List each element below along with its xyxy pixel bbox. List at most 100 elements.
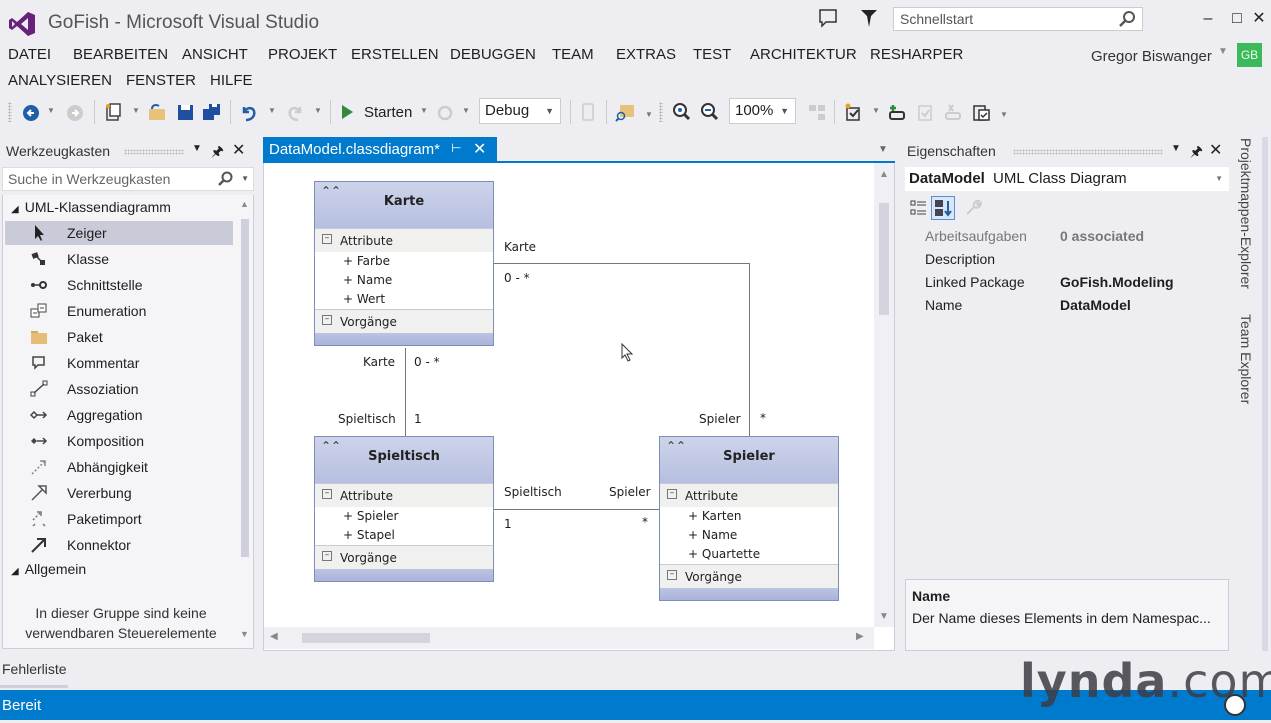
layout-diagram-icon[interactable] (806, 100, 828, 124)
menu-test[interactable]: TEST (693, 46, 731, 63)
association-line-karte-spieltisch[interactable] (405, 348, 406, 436)
uml-class-spieltisch[interactable]: ⌃⌃ Spieltisch – Attribute + Spieler + St… (314, 436, 494, 582)
redo-caret-icon[interactable]: ▼ (314, 106, 322, 115)
menu-resharper[interactable]: RESHARPER (870, 46, 963, 63)
menu-hilfe[interactable]: HILFE (210, 72, 253, 89)
association-role-label[interactable]: Karte (504, 240, 536, 254)
scrollbar-thumb[interactable] (879, 203, 889, 315)
association-line-karte-spieler[interactable] (749, 263, 750, 436)
scroll-up-icon[interactable]: ▲ (879, 169, 889, 180)
class-diagram-canvas[interactable]: Karte 0 - * Spieler * Karte 0 - * Spielt… (263, 163, 895, 651)
close-tab-icon[interactable]: ✕ (473, 139, 486, 159)
menu-projekt[interactable]: PROJEKT (268, 46, 337, 63)
property-value[interactable]: 0 associated (1060, 228, 1144, 244)
pin-tab-icon[interactable]: ⊢ (451, 141, 461, 155)
toolbox-group-general[interactable]: ◢ Allgemein (11, 561, 86, 577)
menu-architektur[interactable]: ARCHITEKTUR (750, 46, 857, 63)
panel-options-icon[interactable]: ▼ (1171, 143, 1181, 154)
operations-section[interactable]: – Vorgänge (660, 564, 838, 588)
scrollbar-thumb[interactable] (302, 633, 430, 643)
uml-class-karte[interactable]: ⌃⌃ Karte – Attribute + Farbe + Name + We… (314, 181, 494, 346)
side-tab-solution-explorer[interactable]: Projektmappen-Explorer (1238, 138, 1254, 289)
toolbox-search-input[interactable]: Suche in Werkzeugkasten ▼ (2, 167, 254, 191)
back-dropdown-caret-icon[interactable]: ▼ (47, 106, 55, 115)
property-row-name[interactable]: Name DataModel (905, 294, 1227, 317)
new-work-item-icon[interactable] (842, 100, 864, 124)
menu-datei[interactable]: DATEI (8, 46, 51, 63)
class-attribute[interactable]: + Wert (315, 290, 493, 309)
new-project-icon[interactable] (102, 100, 124, 124)
attributes-section[interactable]: – Attribute (315, 228, 493, 252)
paste-icon[interactable] (970, 100, 992, 124)
collapse-section-icon[interactable]: – (322, 234, 332, 244)
operations-section[interactable]: – Vorgänge (315, 309, 493, 333)
menu-analysieren[interactable]: ANALYSIEREN (8, 72, 112, 89)
quick-launch-input[interactable]: Schnellstart (893, 7, 1143, 31)
association-line-spieltisch-spieler[interactable] (494, 509, 659, 510)
association-multiplicity-label[interactable]: * (642, 515, 648, 529)
association-role-label[interactable]: Spieltisch (338, 412, 396, 426)
scroll-down-icon[interactable]: ▼ (879, 611, 889, 622)
scrollbar-thumb[interactable] (241, 219, 249, 557)
collapse-section-icon[interactable]: – (322, 315, 332, 325)
tool-item-kommentar[interactable]: Kommentar (5, 351, 233, 375)
association-role-label[interactable]: Spieler (699, 412, 741, 426)
attributes-section[interactable]: – Attribute (315, 483, 493, 507)
search-icon[interactable] (1118, 10, 1136, 28)
canvas-vertical-scrollbar[interactable]: ▲ ▼ (874, 163, 894, 627)
scroll-down-icon[interactable]: ▼ (240, 629, 249, 639)
redo-icon[interactable] (284, 100, 306, 124)
attributes-section[interactable]: – Attribute (660, 483, 838, 507)
toolbox-group-uml[interactable]: ◢ UML-Klassendiagramm (11, 199, 171, 215)
menu-ansicht[interactable]: ANSICHT (182, 46, 248, 63)
class-attribute[interactable]: + Name (660, 526, 838, 545)
tool-item-vererbung[interactable]: Vererbung (5, 481, 233, 505)
tab-list-dropdown-icon[interactable]: ▼ (878, 144, 888, 155)
save-all-icon[interactable] (200, 100, 222, 124)
open-file-icon[interactable] (146, 100, 168, 124)
menu-erstellen[interactable]: ERSTELLEN (351, 46, 439, 63)
alphabetical-view-button[interactable] (931, 196, 955, 220)
feedback-icon[interactable] (818, 8, 838, 28)
scroll-up-icon[interactable]: ▲ (240, 199, 249, 209)
operations-section[interactable]: – Vorgänge (315, 545, 493, 569)
property-row-arbeitsaufgaben[interactable]: Arbeitsaufgaben 0 associated (905, 225, 1227, 248)
undo-caret-icon[interactable]: ▼ (268, 106, 276, 115)
user-name[interactable]: Gregor Biswanger (1091, 48, 1212, 65)
class-attribute[interactable]: + Karten (660, 507, 838, 526)
categorized-view-icon[interactable] (909, 198, 929, 218)
toolbar-overflow-icon[interactable]: ▼ (645, 110, 653, 119)
class-header[interactable]: ⌃⌃ Karte (315, 182, 493, 228)
property-row-description[interactable]: Description (905, 248, 1227, 271)
toolbox-scrollbar[interactable]: ▲ ▼ (239, 199, 251, 645)
collapse-section-icon[interactable]: – (667, 570, 677, 580)
approve-icon[interactable] (914, 100, 936, 124)
tool-item-komposition[interactable]: Komposition (5, 429, 233, 453)
association-role-label[interactable]: Karte (363, 355, 395, 369)
class-attribute[interactable]: + Quartette (660, 545, 838, 564)
association-multiplicity-label[interactable]: 1 (504, 517, 512, 531)
restart-icon[interactable] (434, 100, 456, 124)
tool-item-schnittstelle[interactable]: Schnittstelle (5, 273, 233, 297)
menu-bearbeiten[interactable]: BEARBEITEN (73, 46, 168, 63)
navigate-back-icon[interactable] (20, 100, 42, 124)
search-icon[interactable] (217, 171, 233, 187)
toolbar-overflow-icon[interactable]: ▼ (1000, 110, 1008, 119)
zoom-in-icon[interactable] (670, 100, 692, 124)
association-role-label[interactable]: Spieltisch (504, 485, 562, 499)
device-icon[interactable] (578, 100, 598, 124)
new-project-caret-icon[interactable]: ▼ (132, 106, 140, 115)
panel-grip[interactable] (1013, 149, 1163, 155)
start-debug-button[interactable]: Starten (340, 100, 422, 124)
tool-item-konnektor[interactable]: Konnektor (5, 533, 233, 557)
tool-item-paketimport[interactable]: Paketimport (5, 507, 233, 531)
class-header[interactable]: ⌃⌃ Spieltisch (315, 437, 493, 483)
search-options-caret-icon[interactable]: ▼ (241, 174, 249, 183)
association-line-karte-spieler[interactable] (494, 263, 750, 264)
collapse-section-icon[interactable]: – (667, 489, 677, 499)
close-window-button[interactable]: ✕ (1244, 6, 1271, 32)
menu-debuggen[interactable]: DEBUGGEN (450, 46, 536, 63)
collapse-section-icon[interactable]: – (322, 489, 332, 499)
canvas-horizontal-scrollbar[interactable]: ◀ ▶ (264, 627, 874, 649)
undo-icon[interactable] (238, 100, 260, 124)
